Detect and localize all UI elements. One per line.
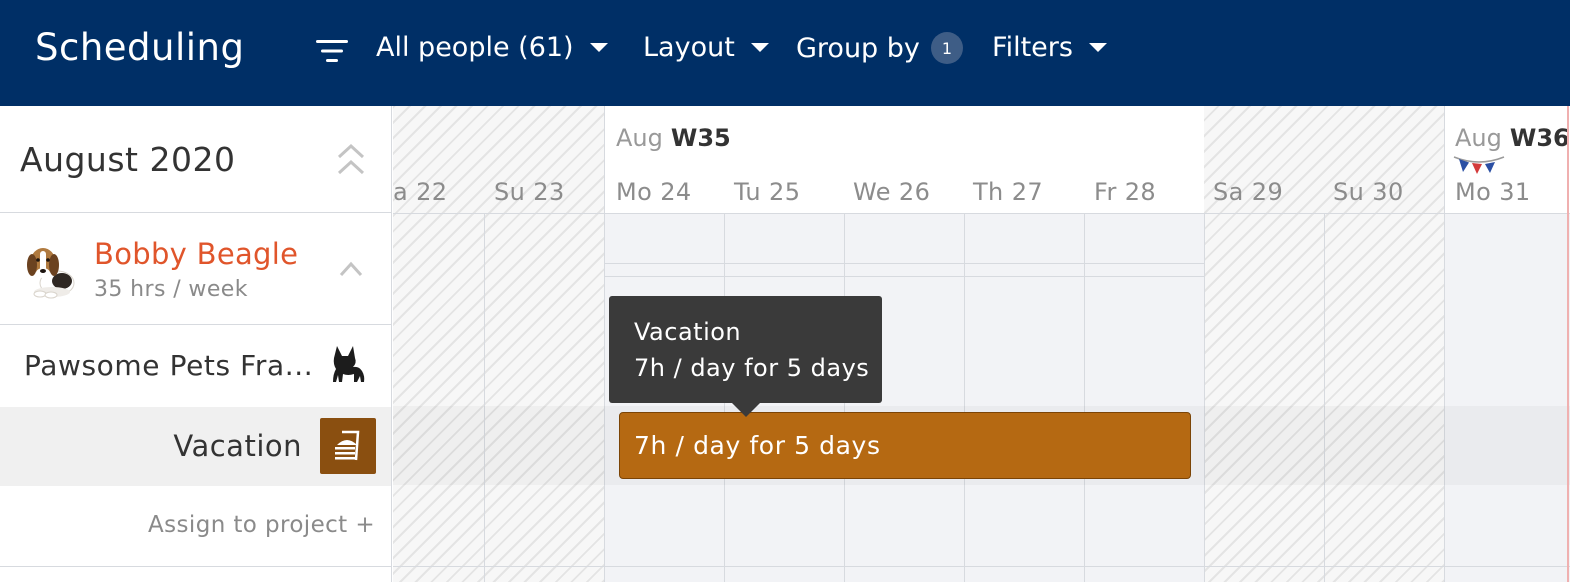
week-divider — [604, 106, 605, 582]
weekday-columns — [1444, 213, 1570, 582]
project-name: Pawsome Pets Fra... — [24, 349, 314, 382]
holiday-bunting-icon — [1453, 156, 1505, 174]
people-dropdown-label: All people (61) — [376, 32, 574, 63]
chevron-down-icon — [589, 43, 608, 52]
layout-dropdown[interactable]: Layout — [643, 32, 769, 63]
today-marker — [1567, 106, 1569, 582]
task-row[interactable]: Vacation — [0, 407, 391, 486]
day-label: Su 23 — [494, 178, 565, 206]
chevron-down-icon — [750, 43, 769, 52]
week-month: Aug — [1455, 124, 1502, 152]
filters-dropdown[interactable]: Filters — [992, 32, 1107, 63]
layout-dropdown-label: Layout — [643, 32, 735, 63]
task-name: Vacation — [173, 429, 302, 463]
week-label-w35: Aug W35 — [616, 124, 731, 152]
collapse-all-icon[interactable] — [336, 142, 366, 178]
month-label: August 2020 — [20, 140, 236, 179]
person-name[interactable]: Bobby Beagle — [94, 237, 298, 271]
assign-to-project-link[interactable]: Assign to project + — [148, 512, 375, 538]
assign-row: Assign to project + — [0, 486, 391, 566]
person-hours: 35 hrs / week — [94, 277, 248, 302]
day-label: Fr 28 — [1094, 178, 1157, 206]
header-divider — [393, 213, 1570, 214]
project-row[interactable]: Pawsome Pets Fra... — [0, 325, 391, 407]
day-label: Th 27 — [973, 178, 1044, 206]
week-label-w36: Aug W36 — [1455, 124, 1570, 152]
tooltip-detail: 7h / day for 5 days — [634, 354, 870, 382]
group-by-count-badge: 1 — [930, 32, 963, 64]
filters-dropdown-label: Filters — [992, 32, 1073, 63]
day-label: a 22 — [393, 178, 448, 206]
week-number: W36 — [1509, 124, 1570, 152]
row-divider — [393, 566, 1570, 567]
day-label: Mo 24 — [616, 178, 692, 206]
week-month: Aug — [616, 124, 663, 152]
group-by-label: Group by — [796, 32, 920, 64]
app-title: Scheduling — [35, 26, 245, 69]
day-label: Su 30 — [1333, 178, 1404, 206]
beagle-avatar — [27, 248, 75, 299]
french-bulldog-icon — [333, 346, 365, 382]
filter-icon[interactable] — [316, 38, 348, 64]
row-divider — [604, 263, 1204, 264]
day-divider — [1324, 213, 1325, 582]
group-by-button[interactable]: Group by 1 — [796, 32, 963, 64]
row-divider — [0, 566, 391, 567]
day-label: We 26 — [853, 178, 931, 206]
tooltip-arrow — [731, 402, 761, 417]
tooltip-title: Vacation — [634, 318, 742, 346]
week-number: W35 — [670, 124, 731, 152]
top-bar: Scheduling All people (61) Layout Group … — [0, 0, 1570, 106]
day-divider — [1204, 213, 1205, 582]
day-label: Sa 29 — [1213, 178, 1284, 206]
chevron-up-icon[interactable] — [338, 259, 364, 279]
allocation-label: 7h / day for 5 days — [634, 431, 881, 460]
row-divider — [604, 276, 1204, 277]
vacation-icon — [320, 418, 376, 474]
month-header: August 2020 — [0, 106, 391, 213]
schedule-grid[interactable]: Aug W35 Aug W36 a 22 Su 23 Mo 24 Tu 25 We … — [393, 106, 1570, 582]
person-row[interactable]: Bobby Beagle 35 hrs / week — [0, 213, 391, 325]
week-divider — [1444, 106, 1445, 582]
allocation-tooltip: Vacation 7h / day for 5 days — [609, 296, 882, 403]
day-label: Mo 31 — [1455, 178, 1531, 206]
day-divider — [1084, 213, 1085, 582]
day-divider — [964, 213, 965, 582]
people-dropdown[interactable]: All people (61) — [376, 32, 608, 63]
resource-sidebar: August 2020 Bobby Beagle 35 hrs / week P… — [0, 106, 392, 582]
vacation-allocation-bar[interactable]: 7h / day for 5 days — [619, 412, 1191, 479]
day-label: Tu 25 — [734, 178, 801, 206]
chevron-down-icon — [1088, 43, 1107, 52]
day-divider — [484, 213, 485, 582]
